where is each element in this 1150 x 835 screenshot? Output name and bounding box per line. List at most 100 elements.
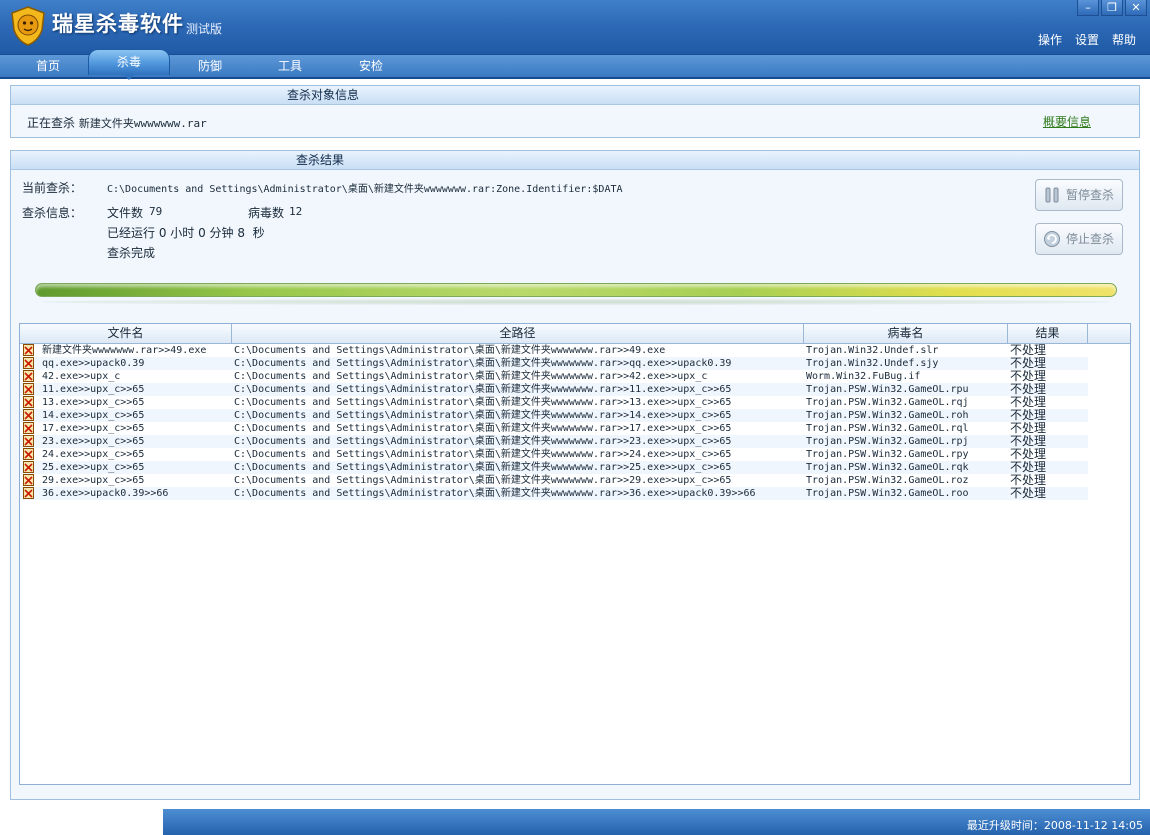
column-header-filename[interactable]: 文件名 <box>20 324 232 343</box>
cell-filename: 24.exe>>upx_c>>65 <box>42 449 145 460</box>
cell-result: 不处理 <box>1010 461 1047 474</box>
cell-result: 不处理 <box>1010 396 1047 409</box>
table-row[interactable]: 新建文件夹wwwwwww.rar>>49.exe C:\Documents and… <box>20 344 1088 357</box>
cell-virus-name: Trojan.Win32.Undef.slr <box>806 345 939 356</box>
tab-scan-label: 杀毒 <box>116 55 141 69</box>
cell-result: 不处理 <box>1010 448 1047 461</box>
menu-settings[interactable]: 设置 <box>1075 31 1099 48</box>
table-row[interactable]: 25.exe>>upx_c>>65 C:\Documents and Settin… <box>20 461 1088 474</box>
infected-file-icon <box>23 487 34 499</box>
infected-file-icon <box>23 435 34 447</box>
title-bar: 瑞星杀毒软件 测试版 – ❐ ✕ 操作 设置 帮助 <box>0 0 1150 55</box>
table-row[interactable]: 42.exe>>upx_c C:\Documents and Settings\A… <box>20 370 1088 383</box>
cell-virus-name: Worm.Win32.FuBug.if <box>806 371 921 382</box>
file-count-label: 文件数 <box>107 206 144 220</box>
tab-security-check[interactable]: 安检 <box>341 55 401 77</box>
cell-fullpath: C:\Documents and Settings\Administrator\… <box>234 462 732 473</box>
virus-count-label: 病毒数 <box>248 206 285 220</box>
tab-defense[interactable]: 防御 <box>180 55 240 77</box>
infected-file-icon <box>23 422 34 434</box>
menu-operate[interactable]: 操作 <box>1038 31 1062 48</box>
elapsed-time: 已经运行 0 小时 0 分钟 8 秒 <box>107 226 265 240</box>
cell-virus-name: Trojan.PSW.Win32.GameOL.roo <box>806 488 969 499</box>
cell-result: 不处理 <box>1010 357 1047 370</box>
cell-virus-name: Trojan.PSW.Win32.GameOL.roh <box>806 410 969 421</box>
cell-virus-name: Trojan.PSW.Win32.GameOL.rpy <box>806 449 969 460</box>
table-row[interactable]: qq.exe>>upack0.39 C:\Documents and Settin… <box>20 357 1088 370</box>
tab-tools[interactable]: 工具 <box>260 55 320 77</box>
last-update-time: 最近升级时间：2008-11-12 14:05 <box>966 819 1143 832</box>
table-body: 新建文件夹wwwwwww.rar>>49.exe C:\Documents and… <box>20 344 1130 500</box>
cell-filename: 42.exe>>upx_c <box>42 371 121 382</box>
progress-bar-shadow <box>41 299 1111 305</box>
lion-shield-logo-icon <box>11 6 45 46</box>
app-title: 瑞星杀毒软件 <box>52 12 184 36</box>
cell-fullpath: C:\Documents and Settings\Administrator\… <box>234 345 666 356</box>
window-controls: – ❐ ✕ <box>1065 0 1150 18</box>
restore-icon[interactable]: ❐ <box>1101 0 1123 16</box>
tab-scan[interactable]: 杀毒 <box>88 49 170 80</box>
scan-status: 查杀完成 <box>107 246 156 260</box>
cell-filename: 17.exe>>upx_c>>65 <box>42 423 145 434</box>
cell-result: 不处理 <box>1010 409 1047 422</box>
cell-filename: 36.exe>>upack0.39>>66 <box>42 488 169 499</box>
scan-target-panel: 查杀对象信息 正在查杀 新建文件夹wwwwwww.rar 概要信息 <box>10 85 1140 138</box>
cell-result: 不处理 <box>1010 344 1047 357</box>
table-row[interactable]: 17.exe>>upx_c>>65 C:\Documents and Settin… <box>20 422 1088 435</box>
app-edition-label: 测试版 <box>186 22 223 36</box>
infected-file-icon <box>23 383 34 395</box>
cell-fullpath: C:\Documents and Settings\Administrator\… <box>234 397 732 408</box>
table-row[interactable]: 23.exe>>upx_c>>65 C:\Documents and Settin… <box>20 435 1088 448</box>
column-header-result[interactable]: 结果 <box>1008 324 1088 343</box>
table-row[interactable]: 36.exe>>upack0.39>>66 C:\Documents and Se… <box>20 487 1088 500</box>
table-row[interactable]: 13.exe>>upx_c>>65 C:\Documents and Settin… <box>20 396 1088 409</box>
cell-virus-name: Trojan.PSW.Win32.GameOL.roz <box>806 475 969 486</box>
infected-file-icon <box>23 474 34 486</box>
infected-file-icon <box>23 448 34 460</box>
status-bar: 最近升级时间：2008-11-12 14:05 <box>163 809 1150 835</box>
scan-progress-bar <box>35 283 1117 297</box>
table-row[interactable]: 29.exe>>upx_c>>65 C:\Documents and Settin… <box>20 474 1088 487</box>
cell-result: 不处理 <box>1010 435 1047 448</box>
infected-file-icon <box>23 357 34 369</box>
table-row[interactable]: 14.exe>>upx_c>>65 C:\Documents and Settin… <box>20 409 1088 422</box>
cell-fullpath: C:\Documents and Settings\Administrator\… <box>234 423 732 434</box>
current-scan-path: C:\Documents and Settings\Administrator\… <box>107 184 623 195</box>
column-header-fullpath[interactable]: 全路径 <box>232 324 804 343</box>
close-icon[interactable]: ✕ <box>1125 0 1147 16</box>
pause-scan-button[interactable]: 暂停查杀 <box>1035 179 1123 211</box>
minimize-icon[interactable]: – <box>1077 0 1099 16</box>
scan-target-panel-title: 查杀对象信息 <box>11 86 1139 105</box>
column-header-spacer <box>1088 324 1130 343</box>
column-header-virus-name[interactable]: 病毒名 <box>804 324 1008 343</box>
stop-scan-label: 停止查杀 <box>1066 232 1115 246</box>
menu-help[interactable]: 帮助 <box>1112 31 1136 48</box>
cell-fullpath: C:\Documents and Settings\Administrator\… <box>234 384 732 395</box>
main-tab-bar: 首页 杀毒 防御 工具 安检 <box>0 49 1150 80</box>
scanning-target: 新建文件夹wwwwwww.rar <box>78 117 207 130</box>
cell-virus-name: Trojan.PSW.Win32.GameOL.rpj <box>806 436 969 447</box>
cell-filename: 25.exe>>upx_c>>65 <box>42 462 145 473</box>
stop-scan-button[interactable]: 停止查杀 <box>1035 223 1123 255</box>
cell-filename: 29.exe>>upx_c>>65 <box>42 475 145 486</box>
infected-file-icon <box>23 396 34 408</box>
infected-file-icon <box>23 370 34 382</box>
cell-filename: 23.exe>>upx_c>>65 <box>42 436 145 447</box>
cell-virus-name: Trojan.PSW.Win32.GameOL.rqj <box>806 397 969 408</box>
file-count-value: 79 <box>149 205 163 218</box>
scanning-line: 正在查杀 新建文件夹wwwwwww.rar <box>27 114 207 131</box>
table-row[interactable]: 24.exe>>upx_c>>65 C:\Documents and Settin… <box>20 448 1088 461</box>
pause-scan-label: 暂停查杀 <box>1066 188 1115 202</box>
cell-filename: qq.exe>>upack0.39 <box>42 358 145 369</box>
scanning-label: 正在查杀 <box>27 116 76 130</box>
scan-info-label: 查杀信息： <box>22 206 83 220</box>
pause-icon <box>1045 187 1059 203</box>
cell-result: 不处理 <box>1010 474 1047 487</box>
scan-result-table[interactable]: 文件名 全路径 病毒名 结果 新建文件夹wwwwwww.rar>>49.exe C… <box>19 323 1131 785</box>
tab-home[interactable]: 首页 <box>18 55 78 77</box>
cell-result: 不处理 <box>1010 422 1047 435</box>
cell-fullpath: C:\Documents and Settings\Administrator\… <box>234 475 732 486</box>
summary-info-link[interactable]: 概要信息 <box>1043 113 1091 130</box>
table-row[interactable]: 11.exe>>upx_c>>65 C:\Documents and Settin… <box>20 383 1088 396</box>
virus-count-value: 12 <box>289 205 303 218</box>
